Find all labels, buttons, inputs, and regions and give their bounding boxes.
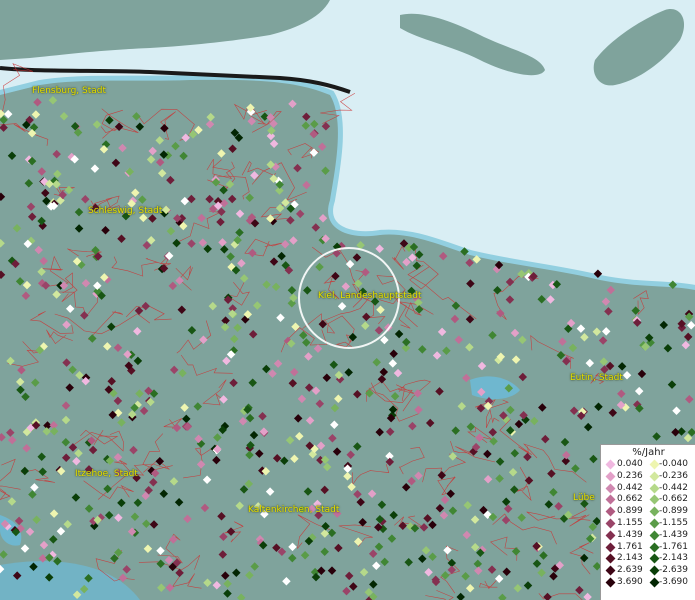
legend-swatch bbox=[605, 553, 616, 564]
legend-label: -0.040 bbox=[659, 459, 689, 469]
legend-swatch bbox=[649, 518, 660, 529]
legend-label: 0.899 bbox=[617, 506, 643, 517]
legend-swatch bbox=[605, 506, 616, 517]
legend-swatch bbox=[649, 565, 660, 576]
city-label-itzehoe: Itzehoe, Stadt bbox=[75, 469, 138, 479]
legend-label: 1.155 bbox=[617, 517, 643, 528]
legend-label: 0.662 bbox=[617, 494, 643, 505]
legend-label: -0.236 bbox=[659, 470, 689, 481]
legend-label: -1.439 bbox=[659, 529, 689, 540]
city-label-kiel: Kiel, Landeshauptstadt bbox=[318, 291, 422, 301]
city-label-flensburg: Flensburg, Stadt bbox=[32, 86, 106, 96]
legend-row: 0.442 -0.442 bbox=[601, 483, 695, 495]
legend-row: 0.236 -0.236 bbox=[601, 471, 695, 483]
legend-row: 2.639 -2.639 bbox=[601, 565, 695, 577]
legend-label: 1.761 bbox=[617, 541, 643, 552]
legend-title: %/Jahr bbox=[632, 447, 665, 458]
legend-label: -2.639 bbox=[659, 565, 689, 576]
city-label-kaltenkirchen: Kaltenkirchen, Stadt bbox=[248, 505, 340, 515]
legend-label: 1.439 bbox=[617, 529, 643, 540]
legend-swatch bbox=[605, 518, 616, 529]
city-label-schleswig: Schleswig, Stadt bbox=[88, 206, 163, 216]
legend-rows: 0.040 -0.040 0.236 -0.236 0.442 -0.442 0.662 -0… bbox=[601, 459, 695, 589]
legend-label: 3.690 bbox=[617, 576, 643, 587]
legend-swatch bbox=[649, 553, 660, 564]
legend-label: -2.143 bbox=[659, 553, 689, 564]
legend-row: 2.143 -2.143 bbox=[601, 553, 695, 565]
legend-label: -3.690 bbox=[659, 576, 689, 587]
legend-swatch bbox=[649, 483, 660, 494]
legend: %/Jahr 0.040 -0.040 0.236 -0.236 0.442 -0.442… bbox=[600, 444, 695, 600]
legend-label: -1.761 bbox=[659, 541, 689, 552]
legend-swatch bbox=[605, 542, 616, 553]
city-label-luebeck: Lübe bbox=[573, 493, 595, 503]
legend-label: -0.662 bbox=[659, 494, 689, 505]
city-label-eutin: Eutin, Stadt bbox=[570, 373, 623, 383]
legend-label: -0.442 bbox=[659, 482, 689, 493]
legend-swatch bbox=[649, 459, 660, 470]
legend-row: 1.439 -1.439 bbox=[601, 530, 695, 542]
legend-swatch bbox=[649, 542, 660, 553]
legend-label: 0.236 bbox=[617, 470, 643, 481]
legend-row: 0.662 -0.662 bbox=[601, 494, 695, 506]
legend-label: -1.155 bbox=[659, 517, 689, 528]
legend-row: 1.761 -1.761 bbox=[601, 542, 695, 554]
legend-label: 2.639 bbox=[617, 565, 643, 576]
legend-swatch bbox=[649, 494, 660, 505]
legend-swatch bbox=[605, 530, 616, 541]
legend-swatch bbox=[605, 577, 616, 588]
map-view[interactable]: Flensburg, Stadt Schleswig, Stadt Kiel, … bbox=[0, 0, 695, 600]
legend-swatch bbox=[605, 565, 616, 576]
legend-label: 2.143 bbox=[617, 553, 643, 564]
legend-swatch bbox=[649, 506, 660, 517]
legend-swatch bbox=[605, 483, 616, 494]
legend-label: -0.899 bbox=[659, 506, 689, 517]
legend-row: 3.690 -3.690 bbox=[601, 577, 695, 589]
legend-label: 0.040 bbox=[617, 459, 643, 469]
legend-swatch bbox=[649, 530, 660, 541]
legend-swatch bbox=[649, 577, 660, 588]
legend-swatch bbox=[605, 494, 616, 505]
legend-row: 1.155 -1.155 bbox=[601, 518, 695, 530]
legend-label: 0.442 bbox=[617, 482, 643, 493]
legend-swatch bbox=[605, 471, 616, 482]
legend-row: 0.040 -0.040 bbox=[601, 459, 695, 471]
legend-row: 0.899 -0.899 bbox=[601, 506, 695, 518]
legend-swatch bbox=[605, 459, 616, 470]
legend-swatch bbox=[649, 471, 660, 482]
